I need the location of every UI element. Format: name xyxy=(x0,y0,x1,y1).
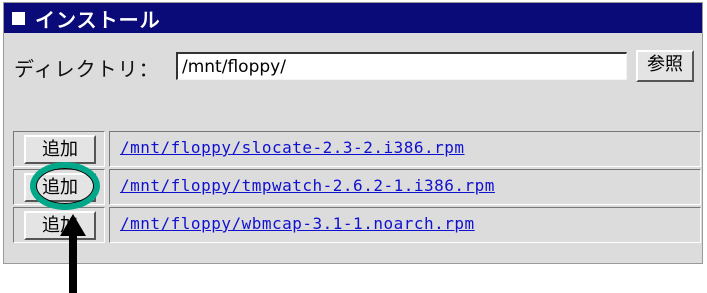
title-bar: インストール xyxy=(4,3,702,33)
add-cell: 追加 xyxy=(13,207,105,243)
directory-input[interactable] xyxy=(176,52,627,80)
table-row: 追加 /mnt/floppy/tmpwatch-2.6.2-1.i386.rpm xyxy=(13,169,701,205)
add-button[interactable]: 追加 xyxy=(24,135,96,164)
path-cell: /mnt/floppy/slocate-2.3-2.i386.rpm xyxy=(109,131,701,167)
browse-button[interactable]: 参照 xyxy=(636,50,694,82)
path-cell: /mnt/floppy/tmpwatch-2.6.2-1.i386.rpm xyxy=(109,169,701,205)
directory-label: ディレクトリ： xyxy=(14,57,160,81)
window-square-icon xyxy=(12,11,25,25)
install-window: インストール ディレクトリ： 参照 追加 /mnt/floppy/slocate… xyxy=(3,2,703,264)
directory-row: ディレクトリ： 参照 xyxy=(4,49,702,85)
add-cell: 追加 xyxy=(13,169,105,205)
file-link[interactable]: /mnt/floppy/slocate-2.3-2.i386.rpm xyxy=(120,138,465,157)
screenshot-stage: インストール ディレクトリ： 参照 追加 /mnt/floppy/slocate… xyxy=(0,0,707,293)
path-cell: /mnt/floppy/wbmcap-3.1-1.noarch.rpm xyxy=(109,207,701,243)
file-link[interactable]: /mnt/floppy/wbmcap-3.1-1.noarch.rpm xyxy=(120,214,475,233)
window-title: インストール xyxy=(35,7,161,32)
file-table: 追加 /mnt/floppy/slocate-2.3-2.i386.rpm 追加… xyxy=(13,131,701,265)
add-cell: 追加 xyxy=(13,131,105,167)
add-button[interactable]: 追加 xyxy=(24,173,96,202)
file-link[interactable]: /mnt/floppy/tmpwatch-2.6.2-1.i386.rpm xyxy=(120,176,495,195)
table-row: 追加 /mnt/floppy/wbmcap-3.1-1.noarch.rpm xyxy=(13,207,701,243)
add-button[interactable]: 追加 xyxy=(24,211,96,240)
table-row: 追加 /mnt/floppy/slocate-2.3-2.i386.rpm xyxy=(13,131,701,167)
